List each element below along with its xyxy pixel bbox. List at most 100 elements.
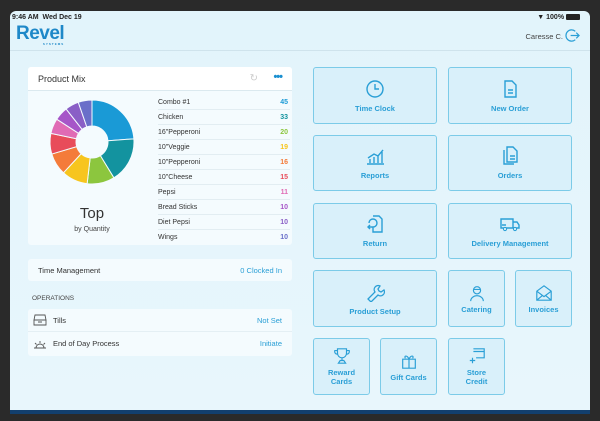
product-mix-item: Combo #1 45 (158, 95, 290, 110)
product-mix-header: Product Mix ↻ ••• (28, 67, 292, 91)
screen: 9:46 AM Wed Dec 19 ▼ 100% Revel SYSTEMS C… (10, 11, 590, 414)
invoices-button[interactable]: Invoices (515, 270, 572, 327)
item-name: Bread Sticks (158, 203, 198, 211)
bottom-bar (10, 410, 590, 414)
end-of-day-label: End of Day Process (53, 339, 120, 348)
reward-label-line1: Reward (327, 368, 356, 377)
product-mix-item: 10"Cheese 15 (158, 170, 290, 185)
document-icon (504, 79, 517, 98)
store-credit-line1: Store (466, 368, 487, 377)
wrench-icon (367, 284, 385, 302)
product-mix-item: Pepsi 11 (158, 185, 290, 200)
catering-button[interactable]: Catering (448, 270, 505, 327)
more-icon[interactable]: ••• (273, 71, 283, 83)
card-plus-icon (469, 348, 485, 364)
time-management-row[interactable]: Time Management 0 Clocked In (28, 259, 292, 281)
delivery-management-button[interactable]: Delivery Management (448, 203, 572, 259)
operations-heading: OPERATIONS (32, 295, 75, 302)
status-time: 9:46 AM Wed Dec 19 (12, 14, 82, 21)
time-management-label: Time Management (38, 265, 101, 275)
product-mix-item: 16"Pepperoni 20 (158, 125, 290, 140)
product-mix-item: Wings 10 (158, 230, 290, 245)
share-icon[interactable]: ↻ (250, 73, 258, 84)
catering-label: Catering (461, 304, 492, 314)
return-label: Return (362, 239, 388, 248)
sunset-icon (34, 340, 46, 348)
new-order-button[interactable]: New Order (448, 67, 572, 124)
item-quantity: 10 (280, 234, 288, 241)
header-divider (10, 50, 590, 51)
orders-button[interactable]: Orders (448, 135, 572, 191)
item-quantity: 11 (280, 188, 288, 196)
tills-value[interactable]: Not Set (257, 316, 282, 325)
tills-label: Tills (53, 315, 67, 325)
truck-icon (500, 218, 520, 232)
gift-cards-button[interactable]: Gift Cards (380, 338, 437, 395)
clock-icon (366, 79, 384, 98)
item-name: Chicken (158, 113, 184, 121)
reward-cards-button[interactable]: Reward Cards (313, 338, 370, 395)
item-name: 10"Veggie (158, 143, 190, 151)
clocked-in-count[interactable]: 0 Clocked In (240, 266, 282, 275)
item-quantity: 15 (280, 173, 288, 181)
user-name[interactable]: Caresse C. (525, 32, 563, 41)
reports-label: Reports (360, 171, 390, 180)
item-quantity: 20 (280, 128, 288, 136)
product-setup-button[interactable]: Product Setup (313, 270, 437, 327)
wifi-icon: ▼ (537, 14, 545, 21)
product-mix-title: Product Mix (38, 74, 86, 84)
store-credit-button[interactable]: Store Credit (448, 338, 505, 395)
gift-cards-label: Gift Cards (390, 372, 427, 382)
item-name: Combo #1 (158, 98, 191, 106)
product-mix-item: 10"Veggie 19 (158, 140, 290, 155)
invoices-label: Invoices (528, 304, 559, 314)
item-quantity: 45 (280, 98, 288, 106)
product-mix-item: Bread Sticks 10 (158, 200, 290, 215)
item-quantity: 10 (280, 218, 288, 226)
revel-logo: Revel SYSTEMS (16, 23, 65, 46)
product-mix-item: Chicken 33 (158, 110, 290, 125)
end-of-day-initiate[interactable]: Initiate (260, 339, 282, 348)
donut-label: Top (79, 205, 105, 222)
item-quantity: 19 (280, 143, 288, 151)
delivery-label: Delivery Management (471, 239, 549, 248)
documents-icon (503, 146, 518, 165)
till-icon (33, 314, 47, 326)
return-button[interactable]: Return (313, 203, 437, 259)
product-setup-label: Product Setup (349, 306, 401, 316)
time-clock-button[interactable]: Time Clock (313, 67, 437, 124)
reward-label-line2: Cards (330, 377, 353, 386)
gift-icon (401, 354, 416, 369)
product-mix-item: 10"Pepperoni 16 (158, 155, 290, 170)
new-order-label: New Order (491, 103, 529, 113)
orders-label: Orders (497, 171, 523, 180)
product-mix-card: Product Mix ↻ ••• Top by Quantity Combo … (28, 67, 292, 245)
chef-icon (469, 285, 484, 301)
end-of-day-row[interactable]: End of Day Process Initiate (28, 332, 292, 355)
donut-sublabel: by Quantity (74, 226, 110, 233)
product-mix-item: Diet Pepsi 10 (158, 215, 290, 230)
item-name: Wings (158, 234, 178, 241)
battery-percent: 100% (546, 14, 565, 21)
product-mix-donut (49, 99, 135, 185)
item-quantity: 16 (280, 158, 288, 166)
trophy-icon (333, 348, 350, 364)
item-name: 10"Pepperoni (158, 158, 201, 166)
date: Wed Dec 19 (42, 14, 82, 21)
operations-card: Tills Not Set End of Day Process Initiat… (28, 309, 292, 356)
store-credit-line2: Credit (465, 377, 488, 386)
item-name: 10"Cheese (158, 173, 193, 181)
logout-icon[interactable] (565, 28, 580, 43)
clock: 9:46 AM (12, 14, 39, 21)
status-right: ▼ 100% (537, 14, 580, 21)
envelope-icon (535, 284, 552, 301)
item-quantity: 33 (280, 113, 288, 121)
logo-text: Revel (16, 23, 65, 44)
time-clock-label: Time Clock (355, 103, 395, 113)
tills-row[interactable]: Tills Not Set (28, 309, 292, 332)
product-mix-list: Combo #1 45 Chicken 33 16"Pepperoni 20 10"Vegg… (158, 95, 290, 245)
item-name: 16"Pepperoni (158, 128, 201, 136)
reports-button[interactable]: Reports (313, 135, 437, 191)
donut-slice (91, 99, 135, 142)
item-quantity: 10 (280, 203, 288, 211)
